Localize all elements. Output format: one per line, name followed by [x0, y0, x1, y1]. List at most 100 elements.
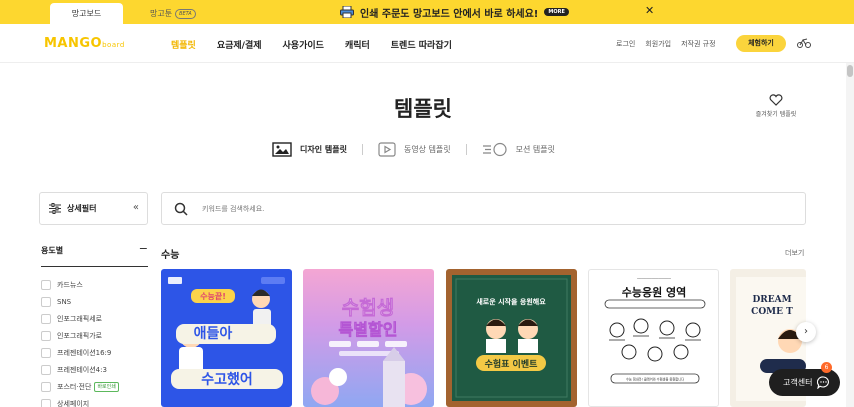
beta-badge: BETA: [175, 8, 196, 19]
heart-icon: [769, 94, 783, 106]
card2-text-2: 특별할인: [339, 320, 398, 339]
filter-item-infographic-horizontal[interactable]: 인포그래픽가로: [41, 327, 119, 344]
section-title: 수능: [161, 250, 180, 261]
filter-item-sns[interactable]: SNS: [41, 293, 119, 310]
checkbox[interactable]: [41, 330, 51, 341]
scrollbar-thumb[interactable]: [847, 65, 853, 77]
nav-character[interactable]: 캐릭터: [345, 38, 370, 51]
usage-filter-title: 용도별: [41, 246, 64, 255]
trial-button[interactable]: 체험하기: [736, 35, 786, 52]
filter-item-cardnews[interactable]: 카드뉴스: [41, 276, 119, 293]
collapse-icon[interactable]: «: [133, 202, 139, 213]
card3-text-1: 새로운 시작을 응원해요: [476, 297, 546, 306]
tab-mangotoon-label: 망고툰: [150, 8, 173, 18]
checkbox[interactable]: [41, 347, 51, 358]
filter-item-label: SNS: [57, 297, 72, 306]
checkbox[interactable]: [41, 296, 51, 307]
filter-item-label: 인포그래픽세로: [57, 314, 103, 323]
filter-item-detail-page[interactable]: 상세페이지: [41, 395, 119, 407]
favorites-button[interactable]: 즐겨찾기 템플릿: [750, 94, 802, 118]
login-link[interactable]: 로그인: [616, 39, 635, 49]
filter-item-label: 프레젠테이션4:3: [57, 365, 107, 374]
template-card[interactable]: 수험생 특별할인: [303, 269, 434, 407]
tab-video-templates[interactable]: 동영상 템플릿: [378, 142, 451, 157]
checkbox[interactable]: [41, 279, 51, 290]
template-card[interactable]: 새로운 시작을 응원해요 수험표 이벤트: [446, 269, 577, 407]
nav-trends[interactable]: 트렌드 따라잡기: [391, 38, 452, 51]
printer-icon: [340, 6, 354, 18]
card-artwork: ────────────── 수능응원 영역 수능 힘내라! 클레어와 수험생을…: [604, 276, 706, 384]
logo-main: MANGO: [44, 36, 103, 51]
bike-icon[interactable]: [797, 37, 811, 49]
customer-center-button[interactable]: 고객센터: [769, 369, 840, 396]
image-icon: [272, 142, 292, 157]
customer-center-label: 고객센터: [783, 378, 813, 387]
tab-design-templates[interactable]: 디자인 템플릿: [272, 142, 347, 157]
signup-link[interactable]: 회원가입: [645, 39, 671, 49]
page-scrollbar[interactable]: [846, 63, 854, 407]
card-artwork: 새로운 시작을 응원해요 수험표 이벤트: [452, 275, 571, 401]
checkbox[interactable]: [41, 381, 51, 392]
card3-text-2: 수험표 이벤트: [485, 358, 539, 370]
chat-icon: [817, 376, 829, 389]
card1-text-1: 수능끝!: [200, 291, 226, 301]
search-icon[interactable]: [174, 202, 188, 216]
play-icon: [378, 142, 396, 157]
logo[interactable]: MANGOboard: [44, 36, 125, 51]
tab-divider: [465, 144, 467, 155]
card2-text-1: 수험생: [342, 297, 394, 319]
card5-text-1: DREAM: [752, 295, 791, 305]
favorites-label: 즐겨찾기 템플릿: [755, 111, 797, 118]
checkbox[interactable]: [41, 364, 51, 375]
filter-item-label: 프레젠테이션16:9: [57, 348, 112, 357]
usage-filter-header[interactable]: 용도별 −: [41, 242, 148, 267]
copyright-link[interactable]: 저작권 규정: [681, 39, 715, 49]
promo-text: 인쇄 주문도 망고보드 안에서 바로 하세요!: [360, 8, 539, 20]
filter-item-infographic-vertical[interactable]: 인포그래픽세로: [41, 310, 119, 327]
template-type-tabs: 디자인 템플릿 동영상 템플릿 모션 템플릿: [272, 142, 555, 157]
checkbox[interactable]: [41, 398, 51, 407]
nav-templates[interactable]: 템플릿: [171, 38, 196, 51]
tab-mangotoon[interactable]: 망고툰 BETA: [150, 3, 196, 24]
promo-bar: 망고보드 망고툰 BETA 인쇄 주문도 망고보드 안에서 바로 하세요! MO…: [0, 0, 854, 24]
minus-icon[interactable]: −: [139, 242, 148, 255]
main-header: MANGOboard 템플릿 요금제/결제 사용가이드 캐릭터 트렌드 따라잡기…: [0, 24, 854, 63]
sliders-icon: [49, 203, 61, 214]
card-artwork: 수능끝! 애들아 수고했어: [168, 277, 285, 389]
logo-sub: board: [102, 41, 125, 49]
more-pill[interactable]: MORE: [544, 8, 569, 16]
page-title: 템플릿: [394, 97, 452, 121]
card4-text-2: 수능 힘내라! 클레어와 수험생을 응원합니다: [626, 377, 684, 382]
nav-guide[interactable]: 사용가이드: [283, 38, 324, 51]
filter-item-label: 포스터·전단: [57, 382, 92, 391]
promo-message[interactable]: 인쇄 주문도 망고보드 안에서 바로 하세요! MORE: [340, 3, 569, 21]
tab-divider: [361, 144, 363, 155]
tab-mangoboard[interactable]: 망고보드: [50, 3, 123, 24]
print-badge: 바로인쇄: [94, 381, 119, 392]
filter-label: 상세필터: [67, 204, 97, 213]
filter-item-label: 카드뉴스: [57, 280, 83, 289]
template-card[interactable]: ────────────── 수능응원 영역 수능 힘내라! 클레어와 수험생을…: [588, 269, 719, 407]
card4-text-1: 수능응원 영역: [622, 285, 687, 299]
notification-badge: 6: [821, 362, 832, 373]
tab-video-label: 동영상 템플릿: [403, 145, 451, 154]
tab-design-label: 디자인 템플릿: [300, 145, 347, 154]
detail-filter-button[interactable]: 상세필터 «: [39, 192, 148, 225]
nav-pricing[interactable]: 요금제/결제: [217, 38, 262, 51]
motion-icon: [482, 142, 507, 157]
svg-text:──────────────: ──────────────: [636, 276, 671, 281]
filter-item-label: 상세페이지: [57, 399, 90, 407]
carousel-next-button[interactable]: ›: [796, 322, 816, 342]
more-link[interactable]: 더보기: [785, 248, 804, 258]
search-input[interactable]: [202, 201, 782, 217]
filter-item-poster[interactable]: 포스터·전단 바로인쇄: [41, 378, 119, 395]
tab-motion-label: 모션 템플릿: [515, 145, 555, 154]
checkbox[interactable]: [41, 313, 51, 324]
card-artwork: 수험생 특별할인: [311, 297, 427, 407]
tab-motion-templates[interactable]: 모션 템플릿: [482, 142, 555, 157]
template-card[interactable]: 수능끝! 애들아 수고했어: [161, 269, 292, 407]
filter-item-presentation-169[interactable]: 프레젠테이션16:9: [41, 344, 119, 361]
close-icon[interactable]: ✕: [645, 4, 654, 17]
filter-item-presentation-43[interactable]: 프레젠테이션4:3: [41, 361, 119, 378]
account-links: 로그인 회원가입 저작권 규정: [616, 39, 726, 49]
